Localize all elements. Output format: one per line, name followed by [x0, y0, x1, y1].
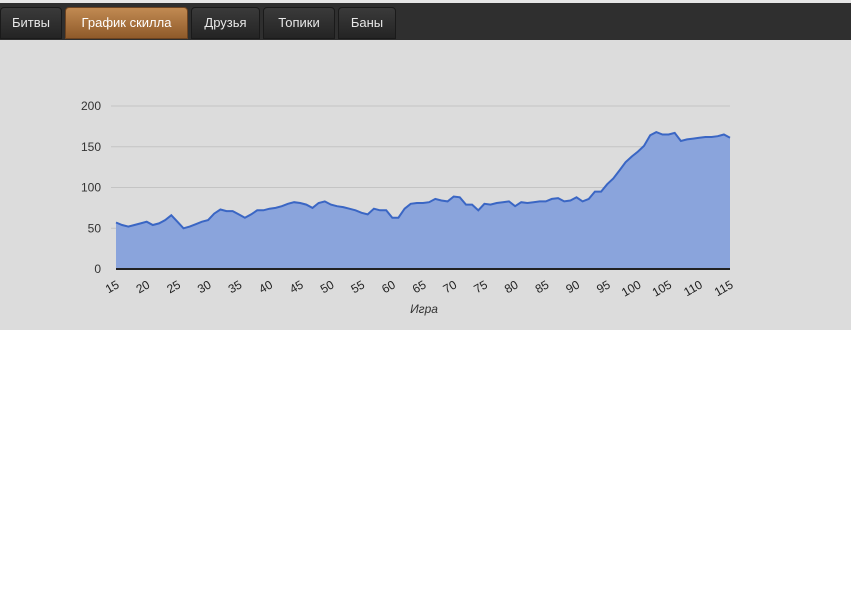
- tab-bans[interactable]: Баны: [338, 7, 396, 39]
- y-tick-label: 50: [88, 221, 102, 235]
- x-tick-label: 90: [563, 277, 582, 296]
- x-tick-label: 105: [650, 277, 675, 299]
- y-axis-ticks: 0 50 100 150 200: [81, 99, 101, 276]
- x-tick-label: 80: [502, 277, 521, 296]
- x-tick-label: 35: [226, 277, 245, 296]
- x-tick-label: 95: [594, 277, 613, 296]
- x-tick-label: 85: [533, 277, 552, 296]
- tab-friends[interactable]: Друзья: [191, 7, 260, 39]
- y-tick-label: 200: [81, 99, 101, 113]
- y-tick-label: 100: [81, 181, 101, 195]
- x-tick-label: 50: [318, 277, 337, 296]
- x-tick-label: 60: [379, 277, 398, 296]
- chart-panel: 0 50 100 150 200 15 20 25 30 35 40 45 50 55 60 65 70 75 8…: [0, 40, 851, 330]
- x-tick-label: 70: [441, 277, 460, 296]
- tab-bar: Битвы График скилла Друзья Топики Баны: [0, 0, 851, 40]
- x-axis-label: Игра: [410, 302, 438, 316]
- x-tick-label: 30: [195, 277, 214, 296]
- x-tick-label: 20: [134, 277, 153, 296]
- x-tick-label: 15: [103, 277, 122, 296]
- x-axis-ticks: 15 20 25 30 35 40 45 50 55 60 65 70 75 80 85 90 95 100 105…: [103, 277, 736, 299]
- x-tick-label: 110: [681, 277, 705, 299]
- x-tick-label: 75: [471, 277, 490, 296]
- tab-battles[interactable]: Битвы: [0, 7, 62, 39]
- x-tick-label: 65: [410, 277, 429, 296]
- x-tick-label: 25: [164, 277, 183, 296]
- x-tick-label: 115: [712, 277, 736, 299]
- y-tick-label: 150: [81, 140, 101, 154]
- x-tick-label: 100: [619, 277, 644, 299]
- tab-topics[interactable]: Топики: [263, 7, 335, 39]
- skill-chart: 0 50 100 150 200 15 20 25 30 35 40 45 50 55 60 65 70 75 8…: [81, 99, 736, 316]
- tab-skill-chart[interactable]: График скилла: [65, 7, 188, 39]
- x-tick-label: 45: [287, 277, 306, 296]
- x-tick-label: 40: [256, 277, 275, 296]
- x-tick-label: 55: [349, 277, 368, 296]
- y-tick-label: 0: [94, 262, 101, 276]
